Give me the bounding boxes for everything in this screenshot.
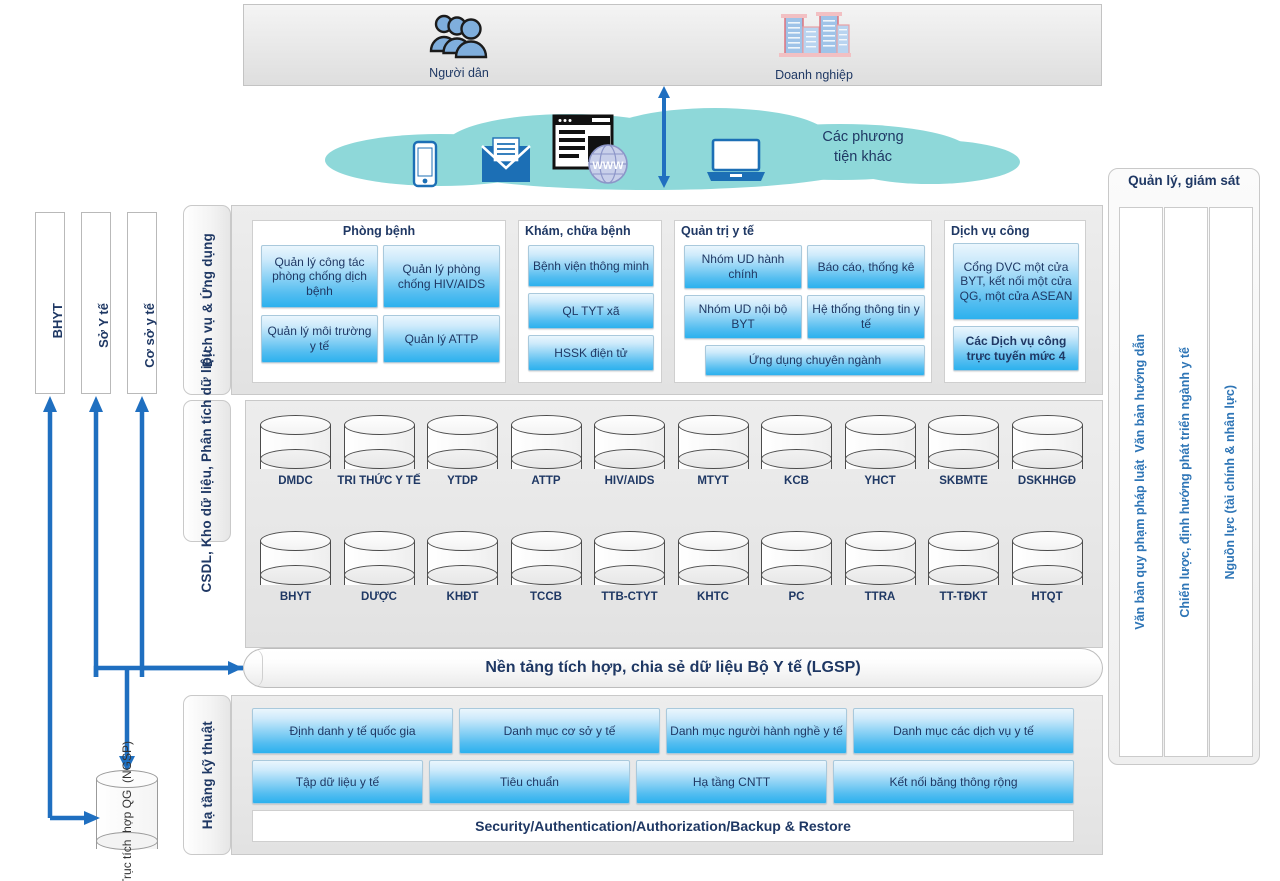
- app-box[interactable]: Các Dịch vụ công trực tuyến mức 4: [953, 326, 1079, 371]
- app-box[interactable]: Nhóm UD nội bộ BYT: [684, 295, 802, 339]
- app-box[interactable]: Quản lý công tác phòng chống dịch bệnh: [261, 245, 378, 308]
- app-box[interactable]: Quản lý phòng chống HIV/AIDS: [383, 245, 500, 308]
- group-dich-vu-cong: Dịch vụ công Cổng DVC một cửa BYT, kết n…: [944, 220, 1086, 383]
- database-cylinder: [928, 415, 999, 471]
- manage-col-legal: Văn bản quy phạm pháp luật Văn bản hướng…: [1119, 207, 1163, 757]
- app-box[interactable]: Quản lý môi trường y tế: [261, 315, 378, 363]
- app-box[interactable]: QL TYT xã: [528, 293, 654, 329]
- database-cylinder: [677, 415, 749, 471]
- manage-col-legal-line2: Văn bản hướng dẫn: [1133, 334, 1148, 453]
- app-box[interactable]: Cổng DVC một cửa BYT, kết nối một cửa QG…: [953, 243, 1079, 320]
- layer-tab-data-label: CSDL, Kho dữ liệu, Phân tích dữ liệu: [198, 349, 214, 593]
- manage-col-strategy: Chiến lược, định hướng phát triển ngành …: [1164, 207, 1208, 757]
- database-label: DSKHHGĐ: [1017, 475, 1077, 487]
- manage-col-resources-label: Nguồn lực (tài chính & nhân lực): [1223, 384, 1238, 580]
- infra-box[interactable]: Danh mục các dịch vụ y tế: [853, 708, 1074, 754]
- group-phong-benh: Phòng bệnh Quản lý công tác phòng chống …: [252, 220, 506, 383]
- database-cylinder: [343, 415, 415, 471]
- layer-tab-infra: Hạ tầng kỹ thuật: [183, 695, 231, 855]
- app-box[interactable]: HSSK điện tử: [528, 335, 654, 371]
- app-box[interactable]: Ứng dụng chuyên ngành: [705, 345, 925, 376]
- manage-panel-title: Quản lý, giám sát: [1128, 173, 1240, 188]
- ngsp-line3: (NGSP): [119, 740, 134, 783]
- lgsp-bar: Nền tảng tích hợp, chia sẻ dữ liệu Bộ Y …: [243, 648, 1103, 688]
- database-label: HTQT: [1031, 591, 1063, 603]
- database-cylinder: [427, 415, 498, 471]
- group-kham-chua-benh-title: Khám, chữa bệnh: [525, 224, 631, 238]
- infra-box[interactable]: Hạ tầng CNTT: [636, 760, 827, 804]
- layer-body-infra: Định danh y tế quốc gia Danh mục cơ sở y…: [231, 695, 1103, 855]
- layer-tab-infra-label: Hạ tầng kỹ thuật: [199, 720, 215, 830]
- database-cylinder: [844, 531, 916, 587]
- manage-col-resources: Nguồn lực (tài chính & nhân lực): [1209, 207, 1253, 757]
- database-cylinder: [928, 531, 999, 587]
- app-box[interactable]: Nhóm UD hành chính: [684, 245, 802, 289]
- lgsp-label: Nền tảng tích hợp, chia sẻ dữ liệu Bộ Y …: [485, 659, 861, 676]
- layer-body-apps: Phòng bệnh Quản lý công tác phòng chống …: [231, 205, 1103, 395]
- database-cylinder: [1011, 415, 1083, 471]
- manage-col-strategy-label: Chiến lược, định hướng phát triển ngành …: [1178, 346, 1193, 618]
- layer-tab-apps-label: Dịch vụ & Ứng dụng: [199, 232, 215, 368]
- app-box[interactable]: Hệ thống thông tin y tế: [807, 295, 925, 339]
- infra-box[interactable]: Định danh y tế quốc gia: [252, 708, 453, 754]
- database-cylinder: [844, 415, 916, 471]
- ngsp-label: Trục tích hợp QG (NGSP): [120, 741, 135, 881]
- database-cylinder: [510, 531, 582, 587]
- manage-panel: Quản lý, giám sát Văn bản quy phạm pháp …: [1108, 168, 1260, 765]
- infra-box[interactable]: Danh mục người hành nghề y tế: [666, 708, 847, 754]
- database-cylinder: [761, 531, 832, 587]
- group-phong-benh-title: Phòng bệnh: [342, 224, 416, 238]
- layer-tab-data: CSDL, Kho dữ liệu, Phân tích dữ liệu: [183, 349, 231, 593]
- database-cylinder: [343, 531, 415, 587]
- database-cylinder: [260, 531, 331, 587]
- group-quan-tri-y-te-title: Quản trị y tế: [681, 224, 754, 238]
- database-cylinder: [260, 415, 331, 471]
- app-box[interactable]: Báo cáo, thống kê: [807, 245, 925, 289]
- app-box[interactable]: Quản lý ATTP: [383, 315, 500, 363]
- manage-col-legal-line1: Văn bản quy phạm pháp luật: [1133, 459, 1148, 630]
- database-cylinder: [510, 415, 582, 471]
- lgsp-cap: [244, 649, 263, 687]
- infra-security-label: Security/Authentication/Authorization/Ba…: [475, 818, 851, 834]
- architecture-diagram: Người dân Doanh nghiệp WWW Các phương ti…: [0, 0, 1280, 881]
- group-quan-tri-y-te: Quản trị y tế Nhóm UD hành chính Báo cáo…: [674, 220, 932, 383]
- database-cylinder: [427, 531, 498, 587]
- layer-body-data: DMDC TRI THỨC Y TẾ YTDP ATTP HIV/AIDS MTYT KCB…: [245, 400, 1103, 648]
- database-cylinder: [677, 531, 749, 587]
- manage-col-legal-label: Văn bản quy phạm pháp luật Văn bản hướng…: [1133, 334, 1149, 630]
- ngsp-line2: hợp QG: [119, 789, 134, 833]
- infra-security-bar: Security/Authentication/Authorization/Ba…: [252, 810, 1074, 842]
- infra-box[interactable]: Kết nối băng thông rộng: [833, 760, 1074, 804]
- group-dich-vu-cong-title: Dịch vụ công: [951, 224, 1030, 238]
- infra-box[interactable]: Tiêu chuẩn: [429, 760, 630, 804]
- ngsp-line1: Trục tích: [119, 839, 134, 881]
- ngsp-cylinder: Trục tích hợp QG (NGSP): [96, 741, 158, 881]
- database-cylinder: [1011, 531, 1083, 587]
- group-kham-chua-benh: Khám, chữa bệnh Bệnh viện thông minh QL …: [518, 220, 662, 383]
- infra-box[interactable]: Danh mục cơ sở y tế: [459, 708, 660, 754]
- app-box[interactable]: Bệnh viện thông minh: [528, 245, 654, 287]
- database-cylinder: [761, 415, 832, 471]
- infra-box[interactable]: Tập dữ liệu y tế: [252, 760, 423, 804]
- database-cylinder: [594, 531, 665, 587]
- database-cylinder: [594, 415, 665, 471]
